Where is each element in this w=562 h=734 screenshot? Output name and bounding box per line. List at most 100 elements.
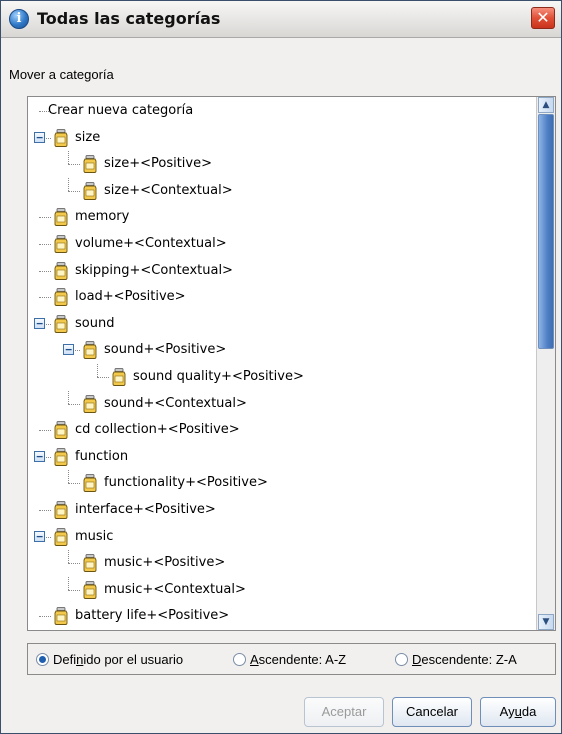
jar-icon <box>53 527 69 546</box>
info-icon: i <box>9 9 29 29</box>
tree-item[interactable]: memory <box>28 204 536 230</box>
jar-icon <box>82 155 98 174</box>
tree-connector <box>68 563 80 565</box>
tree-item-label: size+<Positive> <box>104 156 212 172</box>
radio-label: ido por el usuario <box>83 652 184 667</box>
tree-item[interactable]: Crear nueva categoría <box>28 98 536 124</box>
jar-icon <box>82 580 98 599</box>
radio-label-mnemonic: A <box>250 652 259 667</box>
tree-item[interactable]: music+<Contextual> <box>28 576 536 603</box>
sort-options: Definido por el usuario Ascendente: A-Z … <box>27 643 556 675</box>
move-to-category-label: Mover a categoría <box>9 67 114 82</box>
jar-icon <box>111 368 127 386</box>
tree-item-label: functionality+<Positive> <box>104 475 268 491</box>
tree-item[interactable]: size+<Contextual> <box>28 177 536 204</box>
tree-connector <box>39 217 51 219</box>
jar-icon <box>82 341 98 360</box>
radio-descending[interactable]: Descendente: Z-A <box>395 651 517 669</box>
tree-item[interactable]: volume+<Contextual> <box>28 231 536 257</box>
close-button[interactable]: ✕ <box>531 7 555 29</box>
scroll-down-arrow-icon[interactable]: ▼ <box>538 614 554 630</box>
tree-item-label: sound+<Contextual> <box>104 395 247 411</box>
tree-item-label: cd collection+<Positive> <box>75 422 240 438</box>
tree-item-label: volume+<Contextual> <box>75 236 227 251</box>
tree-item-label: music <box>75 528 114 544</box>
collapse-toggle-icon[interactable]: − <box>34 131 45 143</box>
collapse-toggle-icon[interactable]: − <box>34 530 45 542</box>
jar-icon <box>82 474 98 493</box>
tree-connector <box>68 190 80 192</box>
category-tree[interactable]: Crear nueva categoría − size size+<Positive… <box>27 96 556 631</box>
tree-item-label: interface+<Positive> <box>75 502 216 517</box>
tree-item-label: memory <box>75 209 130 225</box>
jar-icon <box>53 128 69 147</box>
tree-item-label: load+<Positive> <box>75 289 186 305</box>
radio-unselected-icon <box>233 653 246 667</box>
jar-icon <box>82 181 98 200</box>
tree-item[interactable]: skipping+<Contextual> <box>28 258 536 284</box>
jar-icon <box>53 447 69 466</box>
tree-item-label: size+<Contextual> <box>104 182 233 198</box>
jar-icon <box>53 501 69 519</box>
tree-item[interactable]: functionality+<Positive> <box>28 470 536 496</box>
tree-connector <box>68 390 69 404</box>
tree-item[interactable]: battery life+<Positive> <box>28 603 536 629</box>
radio-user-defined[interactable]: Definido por el usuario <box>36 651 183 669</box>
tree-rows: Crear nueva categoría − size size+<Positive… <box>28 97 536 630</box>
tree-connector <box>97 364 98 377</box>
tree-connector <box>39 616 51 618</box>
scroll-thumb[interactable] <box>538 114 554 349</box>
tree-item-label: size <box>75 129 101 145</box>
cancel-button[interactable]: Cancelar <box>392 697 472 727</box>
tree-item-label: sound <box>75 315 115 331</box>
tree-item[interactable]: − music <box>28 524 536 550</box>
tree-item-label: sound quality+<Positive> <box>133 369 304 384</box>
jar-icon <box>53 235 69 253</box>
tree-connector <box>97 377 109 378</box>
tree-item[interactable]: sound+<Contextual> <box>28 390 536 417</box>
radio-ascending[interactable]: Ascendente: A-Z <box>233 651 346 669</box>
jar-icon <box>53 208 69 227</box>
title-bar[interactable]: i Todas las categorías ✕ <box>1 1 561 38</box>
tree-item-label: Crear nueva categoría <box>48 103 194 118</box>
tree-connector <box>39 510 51 511</box>
tree-item[interactable]: interface+<Positive> <box>28 497 536 523</box>
tree-connector <box>39 270 51 272</box>
radio-label: Defi <box>53 652 77 667</box>
jar-icon <box>53 421 69 440</box>
tree-item-label: skipping+<Contextual> <box>75 262 233 278</box>
tree-connector <box>68 177 69 191</box>
dialog-window: i Todas las categorías ✕ Mover a categor… <box>0 0 562 734</box>
jar-icon <box>53 607 69 626</box>
tree-item[interactable]: − function <box>28 444 536 470</box>
scroll-up-arrow-icon[interactable]: ▲ <box>538 97 554 113</box>
jar-icon <box>53 314 69 333</box>
radio-label: escendente: Z-A <box>421 652 517 667</box>
collapse-toggle-icon[interactable]: − <box>34 450 45 462</box>
dialog-title: Todas las categorías <box>37 9 221 28</box>
tree-item[interactable]: size+<Positive> <box>28 151 536 177</box>
collapse-toggle-icon[interactable]: − <box>34 317 45 329</box>
tree-connector <box>68 589 80 591</box>
tree-connector <box>39 430 51 432</box>
vertical-scrollbar[interactable]: ▲ ▼ <box>536 97 555 630</box>
tree-connector <box>68 403 80 405</box>
tree-item[interactable]: sound quality+<Positive> <box>28 364 536 390</box>
tree-item[interactable]: music+<Positive> <box>28 550 536 576</box>
tree-connector <box>39 244 51 245</box>
radio-label-mnemonic: D <box>412 652 422 667</box>
jar-icon <box>53 288 69 307</box>
tree-item[interactable]: cd collection+<Positive> <box>28 417 536 443</box>
help-button[interactable]: Ayuda <box>480 697 556 727</box>
tree-connector <box>68 576 69 590</box>
tree-item[interactable]: load+<Positive> <box>28 284 536 310</box>
tree-connector <box>68 470 69 484</box>
tree-item[interactable]: − size <box>28 125 536 151</box>
tree-item[interactable]: − sound <box>28 311 536 337</box>
collapse-toggle-icon[interactable]: − <box>63 344 74 356</box>
radio-selected-icon <box>36 653 49 667</box>
tree-item[interactable]: − sound+<Positive> <box>28 337 536 363</box>
tree-connector <box>68 151 69 165</box>
tree-item-label: music+<Positive> <box>104 555 226 571</box>
accept-button[interactable]: Aceptar <box>304 697 384 727</box>
